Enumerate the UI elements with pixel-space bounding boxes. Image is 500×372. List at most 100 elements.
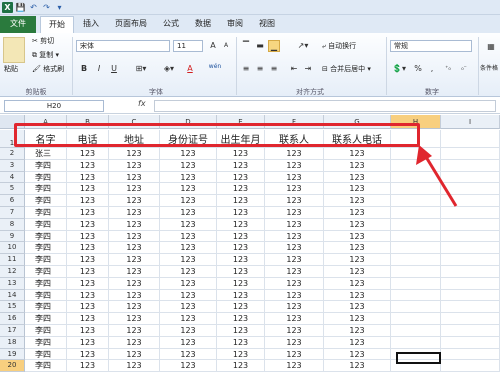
cell-e15[interactable]: 123 bbox=[217, 301, 265, 314]
cell-h10[interactable] bbox=[391, 242, 441, 255]
column-header-i[interactable]: I bbox=[441, 115, 500, 129]
cell-a19[interactable]: 李四 bbox=[25, 348, 67, 361]
cell-e3[interactable]: 123 bbox=[217, 159, 265, 172]
cell-i2[interactable] bbox=[441, 148, 500, 160]
cell-a6[interactable]: 李四 bbox=[25, 195, 67, 207]
cell-g17[interactable]: 123 bbox=[324, 325, 391, 337]
conditional-format-icon[interactable]: ▦ bbox=[484, 41, 498, 59]
cell-e12[interactable]: 123 bbox=[217, 266, 265, 278]
cell-d19[interactable]: 123 bbox=[160, 348, 217, 361]
cell-g20[interactable]: 123 bbox=[324, 360, 391, 372]
cell-g13[interactable]: 123 bbox=[324, 277, 391, 290]
row-header-20[interactable]: 20 bbox=[0, 360, 25, 372]
align-top-icon[interactable]: ▔ bbox=[240, 40, 252, 52]
cell-h7[interactable] bbox=[391, 207, 441, 219]
cell-h3[interactable] bbox=[391, 159, 441, 172]
cell-f14[interactable]: 123 bbox=[265, 289, 324, 302]
cell-h11[interactable] bbox=[391, 254, 441, 266]
cell-e19[interactable]: 123 bbox=[217, 348, 265, 361]
comma-style-icon[interactable]: , bbox=[426, 63, 438, 75]
cell-d20[interactable]: 123 bbox=[160, 360, 217, 372]
cell-g7[interactable]: 123 bbox=[324, 207, 391, 219]
cell-i7[interactable] bbox=[441, 207, 500, 219]
currency-icon[interactable]: 💲▾ bbox=[390, 63, 408, 75]
cell-c7[interactable]: 123 bbox=[109, 207, 160, 219]
font-color-icon[interactable]: A bbox=[184, 63, 196, 75]
tab-page-layout[interactable]: 页面布局 bbox=[108, 16, 154, 33]
cell-c8[interactable]: 123 bbox=[109, 218, 160, 231]
cell-h15[interactable] bbox=[391, 301, 441, 314]
tab-home[interactable]: 开始 bbox=[40, 16, 74, 33]
cell-i9[interactable] bbox=[441, 230, 500, 243]
row-header-13[interactable]: 13 bbox=[0, 277, 25, 290]
row-header-19[interactable]: 19 bbox=[0, 348, 25, 361]
cell-i10[interactable] bbox=[441, 242, 500, 255]
cell-g19[interactable]: 123 bbox=[324, 348, 391, 361]
cell-i15[interactable] bbox=[441, 301, 500, 314]
cell-c19[interactable]: 123 bbox=[109, 348, 160, 361]
cell-e14[interactable]: 123 bbox=[217, 289, 265, 302]
cell-h16[interactable] bbox=[391, 313, 441, 325]
cell-g12[interactable]: 123 bbox=[324, 266, 391, 278]
row-header-11[interactable]: 11 bbox=[0, 254, 25, 266]
cell-d12[interactable]: 123 bbox=[160, 266, 217, 278]
paste-icon[interactable] bbox=[3, 37, 25, 63]
copy-button[interactable]: ⧉ 复制 ▾ bbox=[32, 49, 59, 61]
cell-f18[interactable]: 123 bbox=[265, 336, 324, 349]
undo-icon[interactable]: ↶ bbox=[28, 2, 39, 13]
row-header-6[interactable]: 6 bbox=[0, 195, 25, 207]
cell-i11[interactable] bbox=[441, 254, 500, 266]
cell-a9[interactable]: 李四 bbox=[25, 230, 67, 243]
cell-g8[interactable]: 123 bbox=[324, 218, 391, 231]
cell-f5[interactable]: 123 bbox=[265, 183, 324, 196]
cell-h18[interactable] bbox=[391, 336, 441, 349]
row-header-10[interactable]: 10 bbox=[0, 242, 25, 255]
cell-g15[interactable]: 123 bbox=[324, 301, 391, 314]
cell-d16[interactable]: 123 bbox=[160, 313, 217, 325]
insert-function-icon[interactable]: fx bbox=[138, 99, 146, 108]
row-header-4[interactable]: 4 bbox=[0, 171, 25, 184]
cell-b4[interactable]: 123 bbox=[67, 171, 109, 184]
row-header-18[interactable]: 18 bbox=[0, 336, 25, 349]
cell-i20[interactable] bbox=[441, 360, 500, 372]
cell-i8[interactable] bbox=[441, 218, 500, 231]
cell-d13[interactable]: 123 bbox=[160, 277, 217, 290]
cell-i6[interactable] bbox=[441, 195, 500, 207]
grow-font-icon[interactable]: A bbox=[207, 40, 219, 52]
cell-e10[interactable]: 123 bbox=[217, 242, 265, 255]
cell-d14[interactable]: 123 bbox=[160, 289, 217, 302]
cell-b10[interactable]: 123 bbox=[67, 242, 109, 255]
cell-d6[interactable]: 123 bbox=[160, 195, 217, 207]
cell-i3[interactable] bbox=[441, 159, 500, 172]
cell-a17[interactable]: 李四 bbox=[25, 325, 67, 337]
customize-qat-icon[interactable]: ▾ bbox=[54, 2, 65, 13]
cell-h5[interactable] bbox=[391, 183, 441, 196]
cell-c5[interactable]: 123 bbox=[109, 183, 160, 196]
cell-d3[interactable]: 123 bbox=[160, 159, 217, 172]
cell-d15[interactable]: 123 bbox=[160, 301, 217, 314]
cell-d10[interactable]: 123 bbox=[160, 242, 217, 255]
cell-b12[interactable]: 123 bbox=[67, 266, 109, 278]
align-bottom-icon[interactable]: ▁ bbox=[268, 40, 280, 52]
row-header-14[interactable]: 14 bbox=[0, 289, 25, 302]
cell-c11[interactable]: 123 bbox=[109, 254, 160, 266]
cell-f15[interactable]: 123 bbox=[265, 301, 324, 314]
cell-d11[interactable]: 123 bbox=[160, 254, 217, 266]
cell-g5[interactable]: 123 bbox=[324, 183, 391, 196]
cell-b13[interactable]: 123 bbox=[67, 277, 109, 290]
cell-a10[interactable]: 李四 bbox=[25, 242, 67, 255]
tab-formulas[interactable]: 公式 bbox=[158, 16, 184, 33]
cell-b2[interactable]: 123 bbox=[67, 148, 109, 160]
cell-f10[interactable]: 123 bbox=[265, 242, 324, 255]
cell-f2[interactable]: 123 bbox=[265, 148, 324, 160]
cell-h14[interactable] bbox=[391, 289, 441, 302]
cell-a12[interactable]: 李四 bbox=[25, 266, 67, 278]
cell-e17[interactable]: 123 bbox=[217, 325, 265, 337]
cell-c9[interactable]: 123 bbox=[109, 230, 160, 243]
cell-f19[interactable]: 123 bbox=[265, 348, 324, 361]
cell-a4[interactable]: 李四 bbox=[25, 171, 67, 184]
cell-a8[interactable]: 李四 bbox=[25, 218, 67, 231]
cell-i13[interactable] bbox=[441, 277, 500, 290]
cell-c17[interactable]: 123 bbox=[109, 325, 160, 337]
cell-g2[interactable]: 123 bbox=[324, 148, 391, 160]
